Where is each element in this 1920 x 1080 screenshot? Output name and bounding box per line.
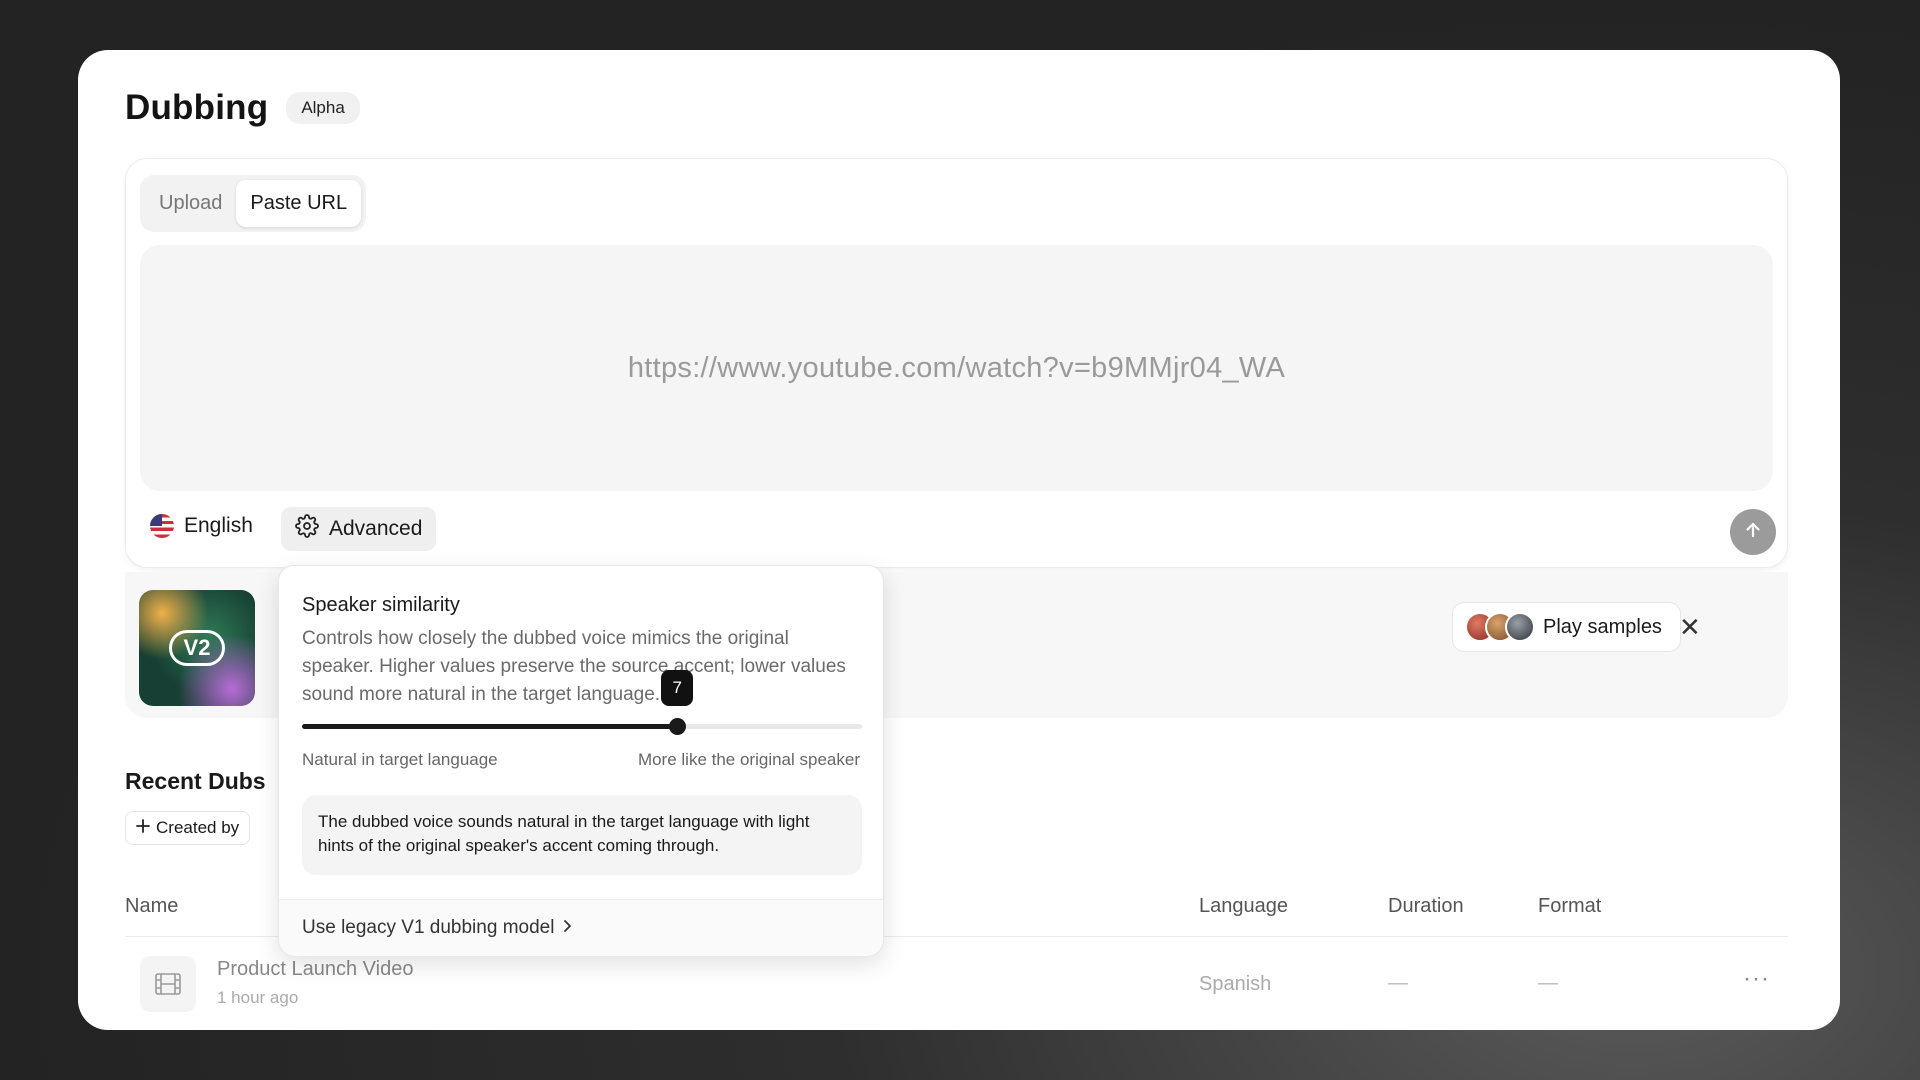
created-by-label: Created by (156, 818, 240, 837)
plus-icon (136, 818, 150, 838)
column-header-format[interactable]: Format (1538, 895, 1601, 918)
advanced-label: Advanced (329, 517, 423, 540)
legacy-model-label: Use legacy V1 dubbing model (302, 917, 555, 938)
advanced-popover: Speaker similarity Controls how closely … (278, 565, 884, 956)
slider-max-label: More like the original speaker (637, 750, 860, 769)
slider-handle[interactable] (669, 718, 687, 735)
slider-fill (302, 724, 678, 729)
page-title: Dubbing (125, 88, 269, 127)
speaker-similarity-slider[interactable]: 7 (302, 670, 862, 735)
alpha-badge: Alpha (286, 92, 360, 124)
arrow-up-icon (1743, 520, 1763, 545)
dub-name: Product Launch Video (217, 958, 414, 980)
speaker-similarity-description: Controls how closely the dubbed voice mi… (302, 628, 846, 705)
chevron-right-icon (562, 917, 572, 939)
legacy-model-link[interactable]: Use legacy V1 dubbing model (302, 917, 572, 939)
url-value: https://www.youtube.com/watch?v=b9MMjr04… (627, 351, 1286, 384)
url-input[interactable]: https://www.youtube.com/watch?v=b9MMjr04… (140, 245, 1773, 491)
source-tabs: Upload Paste URL (140, 175, 367, 232)
similarity-explanation: The dubbed voice sounds natural in the t… (302, 795, 862, 875)
model-thumbnail: V2 (139, 590, 255, 706)
column-header-name[interactable]: Name (125, 895, 178, 918)
created-by-filter[interactable]: Created by (125, 811, 251, 845)
gear-icon (295, 514, 319, 544)
dub-time: 1 hour ago (217, 988, 299, 1007)
more-options-icon[interactable]: ··· (1743, 965, 1770, 993)
play-samples-button[interactable]: Play samples (1452, 602, 1681, 652)
popover-footer: Use legacy V1 dubbing model (279, 900, 883, 956)
column-header-duration[interactable]: Duration (1388, 895, 1464, 918)
slider-min-label: Natural in target language (302, 750, 498, 769)
model-version-badge: V2 (168, 630, 226, 666)
slider-value-tooltip: 7 (661, 670, 694, 706)
avatar (1505, 612, 1535, 642)
us-flag-icon (150, 514, 174, 538)
dub-duration: — (1388, 972, 1408, 994)
dub-language: Spanish (1199, 973, 1272, 995)
advanced-button[interactable]: Advanced (281, 507, 437, 551)
speaker-similarity-title: Speaker similarity (302, 594, 460, 616)
submit-button[interactable] (1730, 509, 1776, 555)
column-header-language[interactable]: Language (1199, 895, 1288, 918)
tab-paste-url[interactable]: Paste URL (236, 180, 362, 227)
source-input-card: Upload Paste URL https://www.youtube.com… (125, 158, 1788, 568)
close-icon[interactable]: ✕ (1679, 612, 1701, 643)
film-icon (140, 956, 196, 1012)
sample-avatars (1465, 612, 1535, 642)
language-label: English (184, 514, 253, 537)
dubbing-window: Dubbing Alpha Upload Paste URL https://w… (78, 50, 1840, 1030)
recent-dubs-title: Recent Dubs (125, 768, 266, 794)
tab-upload[interactable]: Upload (145, 180, 236, 227)
language-selector[interactable]: English (150, 514, 253, 538)
play-samples-label: Play samples (1543, 615, 1662, 638)
title-row: Dubbing Alpha (125, 88, 360, 128)
dub-format: — (1538, 972, 1558, 994)
